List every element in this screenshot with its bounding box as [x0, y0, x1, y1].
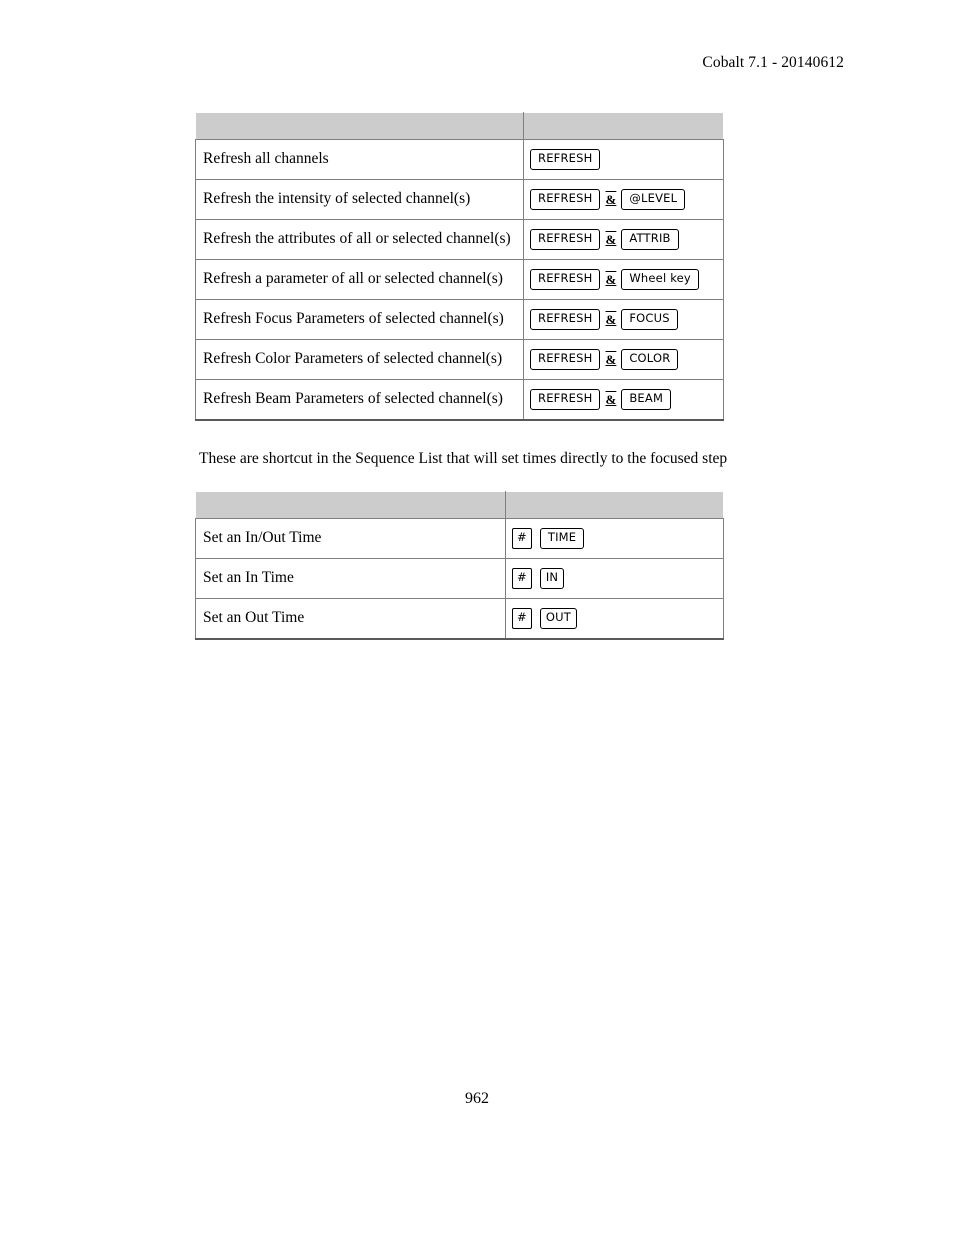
shortcut-key-combo: REFRESH & BEAM	[523, 379, 724, 421]
table-row: Refresh Focus Parameters of selected cha…	[195, 299, 724, 340]
shortcut-key-combo: REFRESH & FOCUS	[523, 299, 724, 340]
shortcut-key-combo: REFRESH & Wheel key	[523, 259, 724, 300]
keycap-in[interactable]: IN	[539, 568, 565, 589]
key-combo-separator: &	[605, 191, 617, 207]
shortcut-description: Refresh a parameter of all or selected c…	[195, 259, 524, 300]
keycap-focus[interactable]: FOCUS	[621, 309, 678, 330]
refresh-table-header-row	[195, 112, 724, 140]
refresh-table-body: Refresh all channels REFRESH Refresh the i…	[195, 112, 724, 421]
shortcut-key-combo: # IN	[505, 558, 724, 599]
times-header-cell-keys	[505, 491, 724, 519]
table-row: Refresh a parameter of all or selected c…	[195, 259, 724, 300]
refresh-shortcuts-table: Refresh all channels REFRESH Refresh the i…	[195, 112, 724, 421]
keycap-time[interactable]: TIME	[539, 528, 585, 549]
keycap-refresh[interactable]: REFRESH	[530, 269, 601, 290]
keycap-[interactable]: #	[512, 608, 532, 629]
shortcut-description: Set an Out Time	[195, 598, 506, 640]
keycap-refresh[interactable]: REFRESH	[530, 309, 601, 330]
table-row: Refresh Color Parameters of selected cha…	[195, 339, 724, 380]
sequence-list-note: These are shortcut in the Sequence List …	[199, 450, 728, 467]
shortcut-description: Set an In Time	[195, 558, 506, 599]
shortcut-description: Refresh the attributes of all or selecte…	[195, 219, 524, 260]
keycap-level[interactable]: @LEVEL	[621, 189, 686, 210]
table-row: Refresh all channels REFRESH	[195, 139, 724, 180]
refresh-header-cell-description	[195, 112, 524, 140]
keycap-refresh[interactable]: REFRESH	[530, 189, 601, 210]
shortcut-key-combo: REFRESH & @LEVEL	[523, 179, 724, 220]
shortcut-description: Refresh Color Parameters of selected cha…	[195, 339, 524, 380]
page-number: 962	[465, 1090, 489, 1107]
shortcut-description: Refresh the intensity of selected channe…	[195, 179, 524, 220]
shortcut-key-combo: REFRESH	[523, 139, 724, 180]
key-combo-separator: &	[605, 351, 617, 367]
shortcut-key-combo: REFRESH & COLOR	[523, 339, 724, 380]
table-row: Refresh the attributes of all or selecte…	[195, 219, 724, 260]
shortcut-description: Refresh Focus Parameters of selected cha…	[195, 299, 524, 340]
document-running-header: Cobalt 7.1 - 20140612	[702, 54, 844, 71]
table-row: Set an In Time # IN	[195, 558, 724, 599]
keycap-[interactable]: #	[512, 568, 532, 589]
key-combo-separator: &	[605, 231, 617, 247]
table-row: Refresh Beam Parameters of selected chan…	[195, 379, 724, 421]
key-combo-separator: &	[605, 391, 617, 407]
shortcut-description: Refresh Beam Parameters of selected chan…	[195, 379, 524, 421]
keycap-wheel-key[interactable]: Wheel key	[621, 269, 699, 290]
keycap-refresh[interactable]: REFRESH	[530, 149, 601, 170]
keycap-out[interactable]: OUT	[539, 608, 577, 629]
keycap-refresh[interactable]: REFRESH	[530, 349, 601, 370]
keycap-refresh[interactable]: REFRESH	[530, 389, 601, 410]
shortcut-key-combo: # TIME	[505, 518, 724, 559]
times-header-cell-description	[195, 491, 506, 519]
key-combo-separator: &	[605, 271, 617, 287]
keycap-attrib[interactable]: ATTRIB	[621, 229, 679, 250]
sequence-times-table: Set an In/Out Time # TIME Set an In Time # IN…	[195, 491, 724, 640]
times-table-body: Set an In/Out Time # TIME Set an In Time # IN…	[195, 491, 724, 640]
times-table-header-row	[195, 491, 724, 519]
key-combo-separator: &	[605, 311, 617, 327]
keycap-refresh[interactable]: REFRESH	[530, 229, 601, 250]
refresh-header-cell-keys	[523, 112, 724, 140]
keycap-color[interactable]: COLOR	[621, 349, 679, 370]
table-row: Set an In/Out Time # TIME	[195, 518, 724, 559]
shortcut-description: Set an In/Out Time	[195, 518, 506, 559]
keycap-beam[interactable]: BEAM	[621, 389, 672, 410]
table-row: Refresh the intensity of selected channe…	[195, 179, 724, 220]
table-row: Set an Out Time # OUT	[195, 598, 724, 640]
shortcut-key-combo: REFRESH & ATTRIB	[523, 219, 724, 260]
keycap-[interactable]: #	[512, 528, 532, 549]
shortcut-key-combo: # OUT	[505, 598, 724, 640]
shortcut-description: Refresh all channels	[195, 139, 524, 180]
